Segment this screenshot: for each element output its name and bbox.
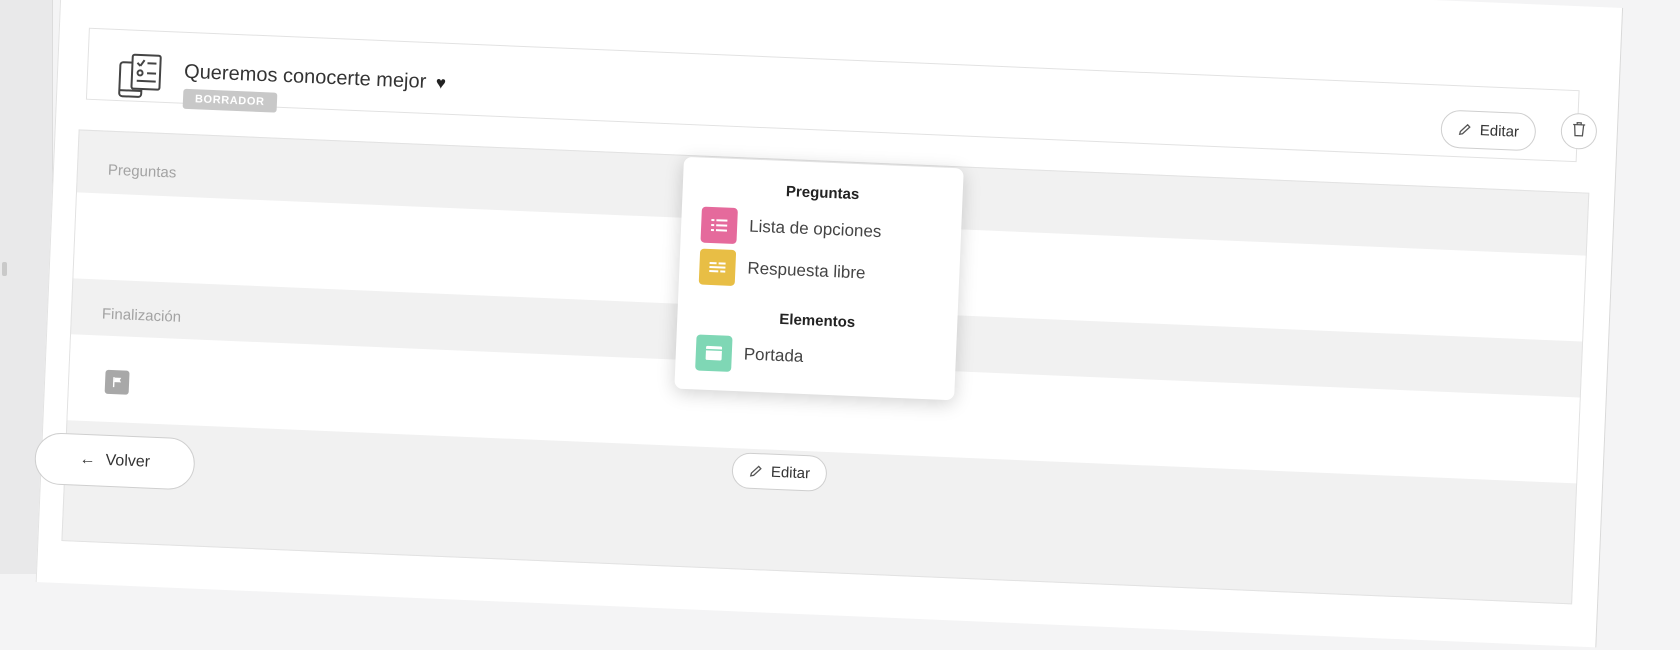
section-title-questions: Preguntas: [108, 162, 177, 182]
section-title-ending: Finalización: [102, 306, 182, 326]
back-button-label: Volver: [105, 452, 150, 472]
menu-item-option-list[interactable]: Lista de opciones: [700, 206, 951, 254]
menu-item-free-answer[interactable]: Respuesta libre: [699, 248, 950, 296]
edit-survey-button[interactable]: Editar: [1440, 109, 1537, 151]
menu-heading-questions: Preguntas: [682, 179, 962, 208]
cover-icon: [695, 334, 732, 371]
menu-item-label: Portada: [743, 344, 803, 366]
page-stage: Queremos conocerte mejor ♥ BORRADOR Edit…: [0, 0, 1679, 644]
menu-heading-elements: Elementos: [677, 307, 957, 336]
survey-title-text: Queremos conocerte mejor: [184, 61, 427, 93]
trash-icon: [1571, 120, 1586, 142]
pencil-icon: [749, 464, 764, 479]
list-options-icon: [700, 207, 737, 244]
back-button[interactable]: ← Volver: [34, 432, 196, 491]
flag-icon[interactable]: [105, 370, 130, 395]
edit-sections-label: Editar: [771, 463, 811, 482]
arrow-left-icon: ←: [79, 451, 96, 470]
pencil-icon: [1458, 122, 1473, 137]
status-badge: BORRADOR: [183, 89, 277, 113]
edit-sections-button[interactable]: Editar: [731, 452, 828, 492]
mobile-survey-icon: [115, 50, 167, 102]
menu-item-label: Lista de opciones: [749, 217, 882, 243]
menu-item-label: Respuesta libre: [747, 259, 866, 284]
edit-survey-label: Editar: [1479, 122, 1519, 141]
free-text-icon: [699, 249, 736, 286]
add-content-menu: Preguntas Lista de opciones Respuesta li…: [674, 157, 963, 401]
heart-icon: ♥: [435, 73, 446, 92]
menu-item-cover[interactable]: Portada: [695, 333, 946, 381]
